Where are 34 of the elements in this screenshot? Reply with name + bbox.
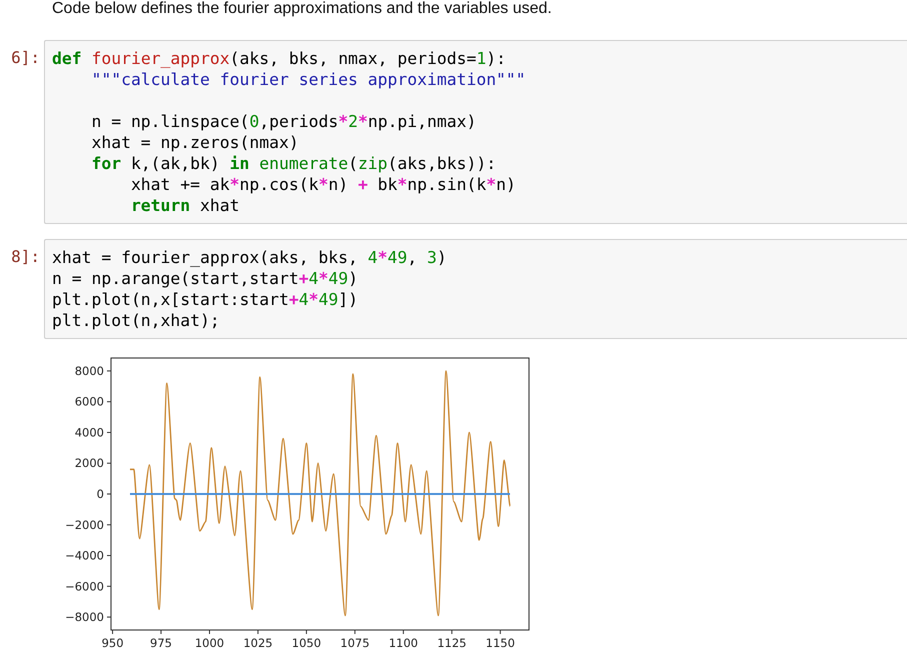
tick-label: −4000 (65, 548, 104, 563)
description-text: Code below defines the fourier approximations and the variables used. (52, 0, 552, 19)
code-line: plt.plot(n,xhat); (52, 310, 220, 331)
tick-label: −6000 (65, 579, 104, 594)
code-line: xhat += ak*np.cos(k*n) + bk*np.sin(k*n) (130, 174, 516, 195)
tick-label: 1075 (340, 636, 370, 650)
code-line: for k,(ak,bk) in enumerate(zip(aks,bks)): (90, 153, 496, 174)
tick-label: −2000 (65, 518, 104, 532)
code-cell[interactable]: xhat = fourier_approx(aks, bks, 4*49, 3) n = np.arange(start,start+4*49) plt.plot(n,x[start:start+4*49]) plt.plot(n,xhat); (44, 239, 907, 339)
tick-label: 1025 (243, 636, 273, 650)
cell-prompt: 8]: (10, 246, 41, 266)
code-line: plt.plot(n,x[start:start+4*49]) (52, 289, 358, 310)
code-line: def fourier_approx(aks, bks, nmax, periods=1): (52, 48, 506, 69)
code-line: n = np.linspace(0,periods*2*np.pi,nmax) (90, 111, 476, 132)
code-line: xhat = np.zeros(nmax) (90, 132, 299, 153)
tick-label: −8000 (65, 610, 104, 624)
tick-label: 1000 (194, 636, 224, 650)
cell-prompt: 6]: (10, 47, 41, 67)
tick-label: 1125 (437, 636, 466, 650)
code-cell[interactable] (44, 40, 907, 224)
tick-label: 4000 (74, 425, 104, 440)
tick-label: 8000 (74, 364, 104, 378)
code-line: xhat = fourier_approx(aks, bks, 4*49, 3) (52, 247, 447, 268)
code-line: """calculate fourier series approximation""" (90, 69, 526, 90)
tick-label: 1150 (486, 636, 515, 650)
tick-label: 2000 (74, 456, 104, 470)
tick-label: 1050 (292, 636, 322, 650)
tick-label: 1100 (388, 636, 418, 650)
tick-label: 950 (102, 636, 124, 650)
code-line: n = np.arange(start,start+4*49) (52, 268, 358, 289)
code-line: return xhat (130, 195, 240, 216)
tick-label: 6000 (74, 394, 104, 409)
tick-label: 0 (96, 487, 104, 501)
tick-label: 975 (150, 636, 172, 650)
